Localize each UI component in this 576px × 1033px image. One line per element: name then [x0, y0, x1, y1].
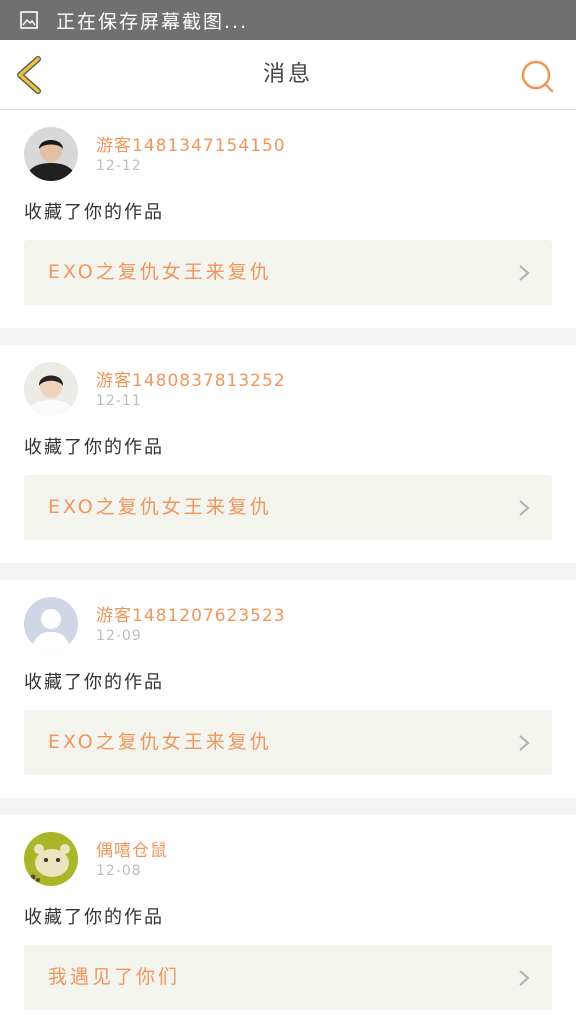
work-link[interactable]: EXO之复仇女王来复仇	[24, 475, 552, 540]
page-title: 消息	[262, 62, 313, 87]
username[interactable]: 游客1481347154150	[96, 131, 286, 156]
work-title: EXO之复仇女王来复仇	[48, 731, 272, 753]
work-link[interactable]: EXO之复仇女王来复仇	[24, 710, 552, 775]
message-action: 收藏了你的作品	[24, 907, 164, 928]
message-item: 游客1481347154150 12-12 收藏了你的作品 EXO之复仇女王来复…	[0, 110, 576, 328]
message-action: 收藏了你的作品	[24, 672, 164, 693]
message-action: 收藏了你的作品	[24, 202, 164, 223]
chevron-right-icon	[519, 970, 530, 986]
chevron-right-icon	[519, 265, 530, 281]
status-text: 正在保存屏幕截图...	[56, 10, 249, 33]
image-icon	[20, 11, 38, 29]
chevron-right-icon	[519, 500, 530, 516]
work-title: 我遇见了你们	[48, 966, 181, 988]
chevron-right-icon	[519, 735, 530, 751]
username[interactable]: 游客1481207623523	[96, 601, 286, 626]
message-date: 12-11	[96, 393, 142, 409]
work-title: EXO之复仇女王来复仇	[48, 496, 272, 518]
header: 消息	[0, 40, 576, 110]
message-item: 游客1481207623523 12-09 收藏了你的作品 EXO之复仇女王来复…	[0, 580, 576, 798]
avatar[interactable]	[24, 597, 78, 651]
message-date: 12-08	[96, 863, 142, 879]
work-link[interactable]: 我遇见了你们	[24, 945, 552, 1010]
work-title: EXO之复仇女王来复仇	[48, 261, 272, 283]
message-item: 游客1480837813252 12-11 收藏了你的作品 EXO之复仇女王来复…	[0, 345, 576, 563]
username[interactable]: 游客1480837813252	[96, 366, 286, 391]
work-link[interactable]: EXO之复仇女王来复仇	[24, 240, 552, 305]
username[interactable]: 偶嘻仓鼠	[96, 836, 168, 861]
message-item: 偶嘻仓鼠 12-08 收藏了你的作品 我遇见了你们	[0, 815, 576, 1033]
search-icon[interactable]	[519, 58, 555, 94]
status-bar: 正在保存屏幕截图...	[0, 0, 576, 40]
avatar[interactable]	[24, 832, 78, 886]
avatar[interactable]	[24, 362, 78, 416]
message-action: 收藏了你的作品	[24, 437, 164, 458]
avatar[interactable]	[24, 127, 78, 181]
message-date: 12-12	[96, 158, 142, 174]
message-date: 12-09	[96, 628, 142, 644]
